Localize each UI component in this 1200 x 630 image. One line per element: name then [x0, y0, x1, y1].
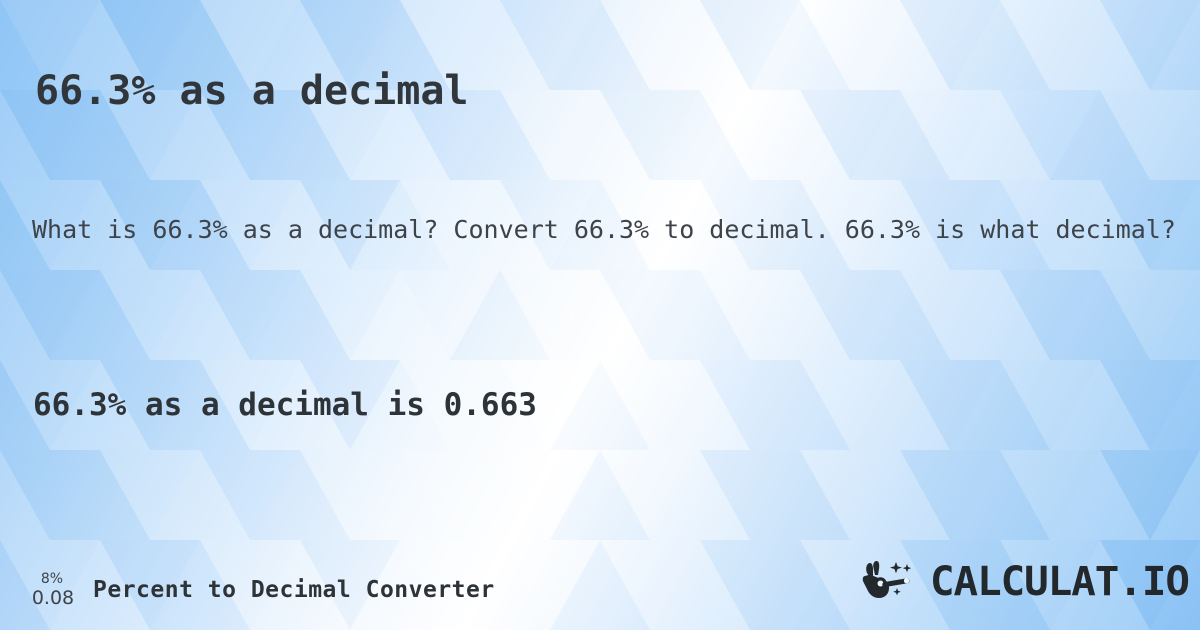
question-description: What is 66.3% as a decimal? Convert 66.3… [32, 215, 1176, 244]
card-content: 66.3% as a decimal What is 66.3% as a de… [0, 0, 1200, 630]
percent-to-decimal-mark-icon: 8% 0.08 [32, 572, 79, 608]
page-title: 66.3% as a decimal [35, 67, 469, 114]
site-logo[interactable]: CALCULAT.IO [862, 560, 1190, 604]
answer-statement: 66.3% as a decimal is 0.663 [33, 387, 537, 423]
og-image-card: 66.3% as a decimal What is 66.3% as a de… [0, 0, 1200, 630]
converter-title: Percent to Decimal Converter [93, 577, 495, 603]
hand-magic-wand-icon [862, 560, 912, 598]
logo-wordmark: CALCULAT.IO [930, 559, 1190, 605]
footer-left-group: 8% 0.08 Percent to Decimal Converter [32, 572, 495, 608]
brand-mark-percent: 8% [40, 571, 64, 587]
brand-mark-decimal: 0.08 [31, 587, 75, 609]
footer: 8% 0.08 Percent to Decimal Converter CAL… [0, 546, 1200, 630]
